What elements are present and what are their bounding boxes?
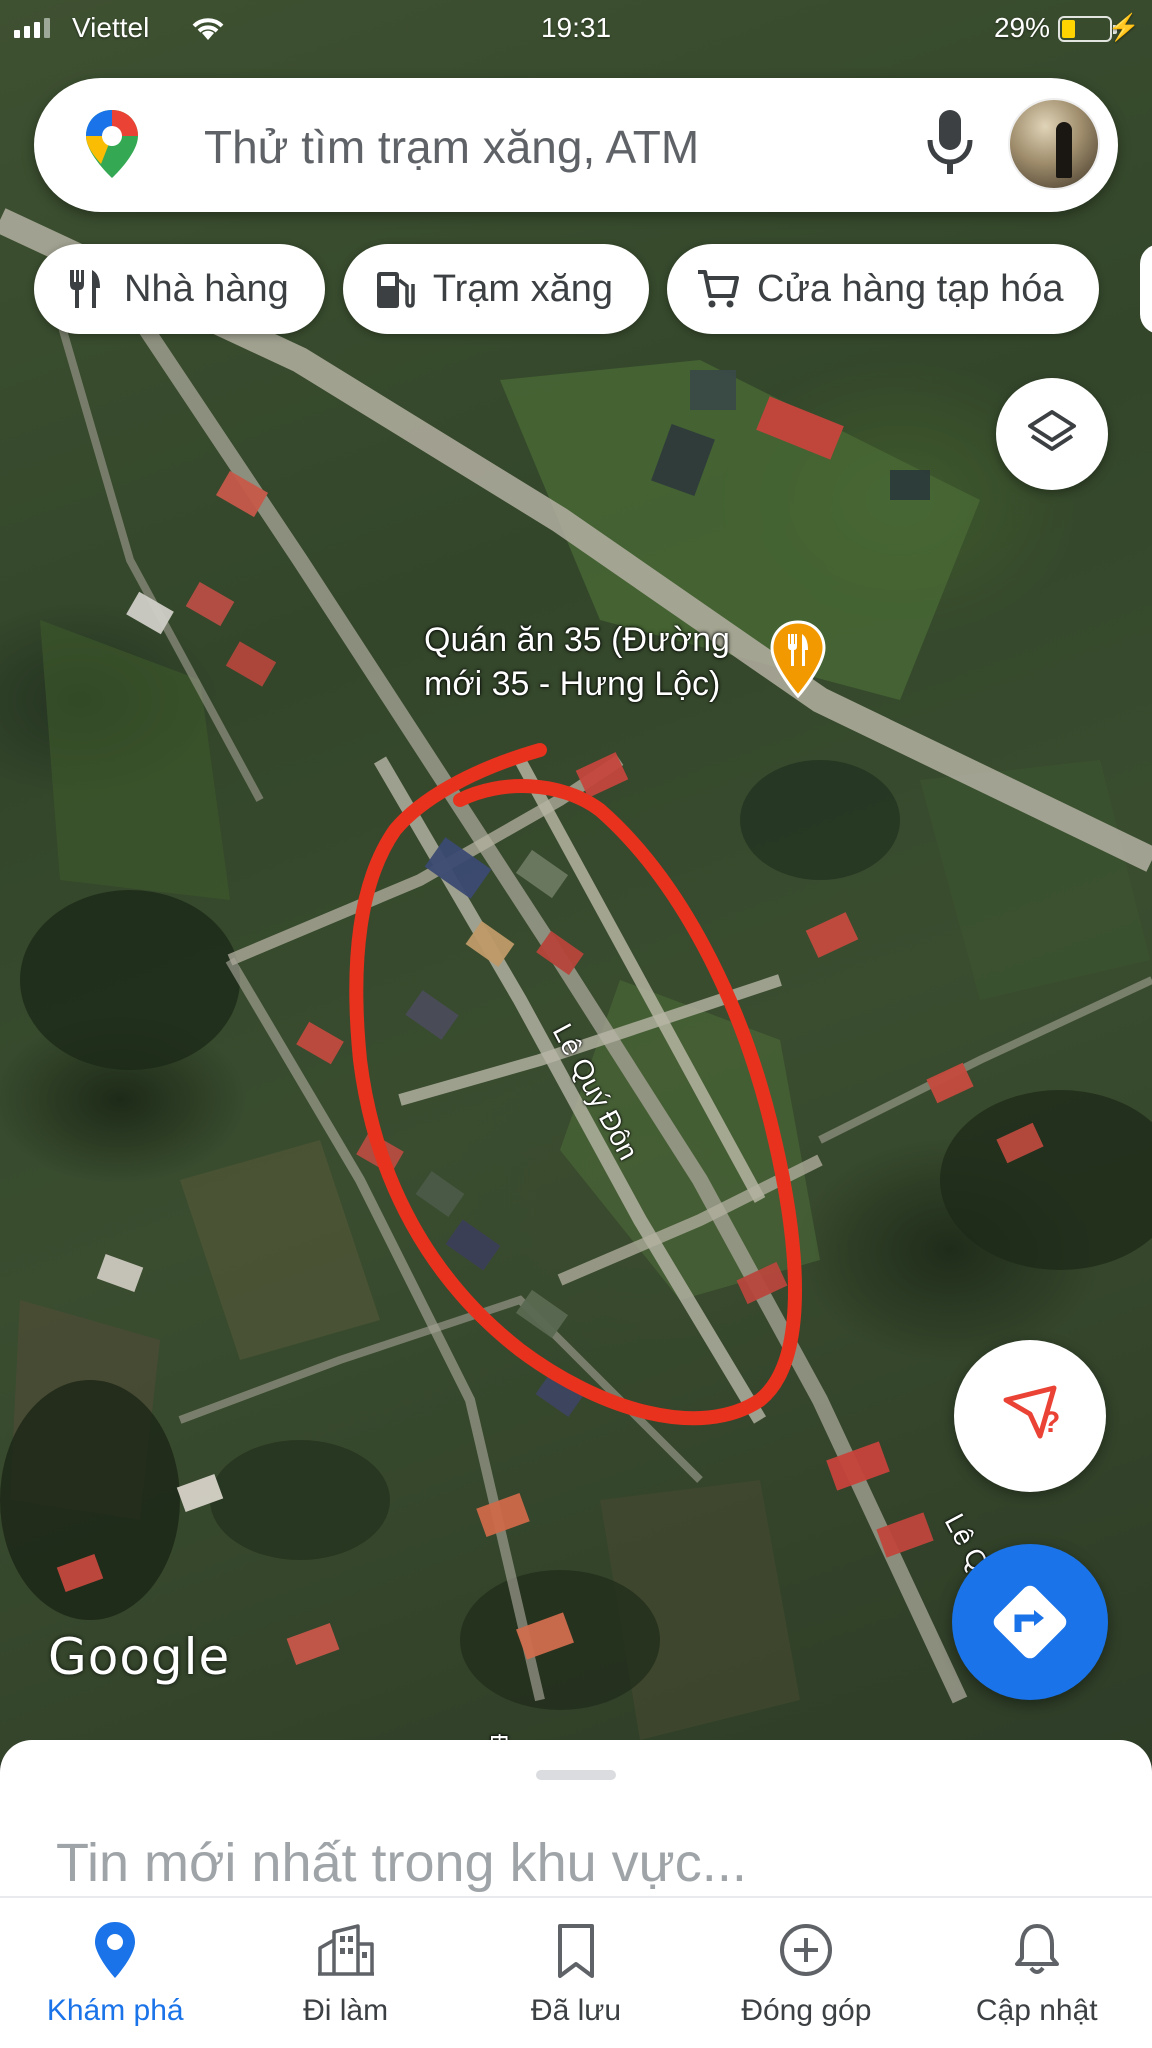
nav-updates[interactable]: Cập nhật: [922, 1898, 1152, 2048]
bell-icon: [1014, 1924, 1059, 1974]
sheet-title: Tin mới nhất trong khu vực...: [56, 1833, 747, 1893]
sheet-drag-handle[interactable]: [536, 1770, 616, 1780]
bottom-navigation: Khám phá Đi làm Đã lưu Đóng góp Cập nhật: [0, 1896, 1152, 2048]
nav-label: Đóng góp: [741, 1994, 872, 2027]
microphone-icon[interactable]: [920, 104, 980, 184]
battery-percent: 29%: [993, 12, 1050, 43]
directions-button[interactable]: [952, 1544, 1108, 1700]
google-attribution: Google: [48, 1628, 231, 1686]
charging-bolt-icon: ⚡: [1107, 12, 1140, 42]
explore-nearby-button[interactable]: ?: [954, 1340, 1106, 1492]
chip-overflow[interactable]: [1140, 244, 1152, 334]
restaurant-pin-icon[interactable]: [766, 620, 830, 700]
restaurant-icon: [70, 270, 100, 308]
directions-icon: [993, 1585, 1067, 1659]
gas-station-icon: [376, 272, 415, 308]
nav-label: Đi làm: [303, 1994, 389, 2027]
avatar[interactable]: [1008, 98, 1100, 190]
poi-label-line1: Quán ăn 35 (Đường: [424, 621, 730, 659]
bookmark-icon: [557, 1924, 594, 1978]
category-chips: Nhà hàng Trạm xăng Cửa hàng tạp hóa: [34, 244, 1100, 334]
chip-label: Cửa hàng tạp hóa: [757, 267, 1064, 310]
nav-contribute[interactable]: Đóng góp: [691, 1898, 921, 2048]
explore-arrow-icon: ?: [1003, 1385, 1060, 1439]
shopping-cart-icon: [698, 270, 740, 308]
nav-commute[interactable]: Đi làm: [230, 1898, 460, 2048]
poi-label[interactable]: Quán ăn 35 (Đường mới 35 - Hưng Lộc): [424, 618, 730, 706]
map-layers-button[interactable]: [996, 378, 1108, 490]
chip-label: Nhà hàng: [124, 267, 289, 310]
poi-label-line2: mới 35 - Hưng Lộc): [424, 665, 721, 703]
commute-icon: [317, 1924, 374, 1976]
svg-text:?: ?: [1042, 1406, 1060, 1439]
nav-label: Cập nhật: [975, 1994, 1098, 2027]
status-bar: Viettel 19:31 29% ⚡: [0, 0, 1152, 56]
battery-icon: [1058, 16, 1117, 42]
location-pin-icon: [95, 1922, 136, 1978]
chip-grocery-stores[interactable]: Cửa hàng tạp hóa: [667, 244, 1100, 334]
add-circle-icon: [780, 1924, 833, 1976]
search-bar[interactable]: Thử tìm trạm xăng, ATM: [34, 78, 1118, 212]
google-maps-logo-icon: [86, 110, 138, 178]
nav-label: Đã lưu: [530, 1994, 622, 2027]
nav-label: Khám phá: [46, 1994, 184, 2027]
chip-restaurants[interactable]: Nhà hàng: [34, 244, 325, 334]
bottom-sheet[interactable]: Tin mới nhất trong khu vực...: [0, 1740, 1152, 1900]
chip-label: Trạm xăng: [432, 267, 614, 310]
nav-explore[interactable]: Khám phá: [0, 1898, 230, 2048]
chip-gas-stations[interactable]: Trạm xăng: [342, 244, 650, 334]
clock: 19:31: [540, 12, 612, 43]
search-input[interactable]: Thử tìm trạm xăng, ATM: [204, 120, 699, 174]
nav-saved[interactable]: Đã lưu: [461, 1898, 691, 2048]
layers-icon: [1028, 410, 1076, 451]
